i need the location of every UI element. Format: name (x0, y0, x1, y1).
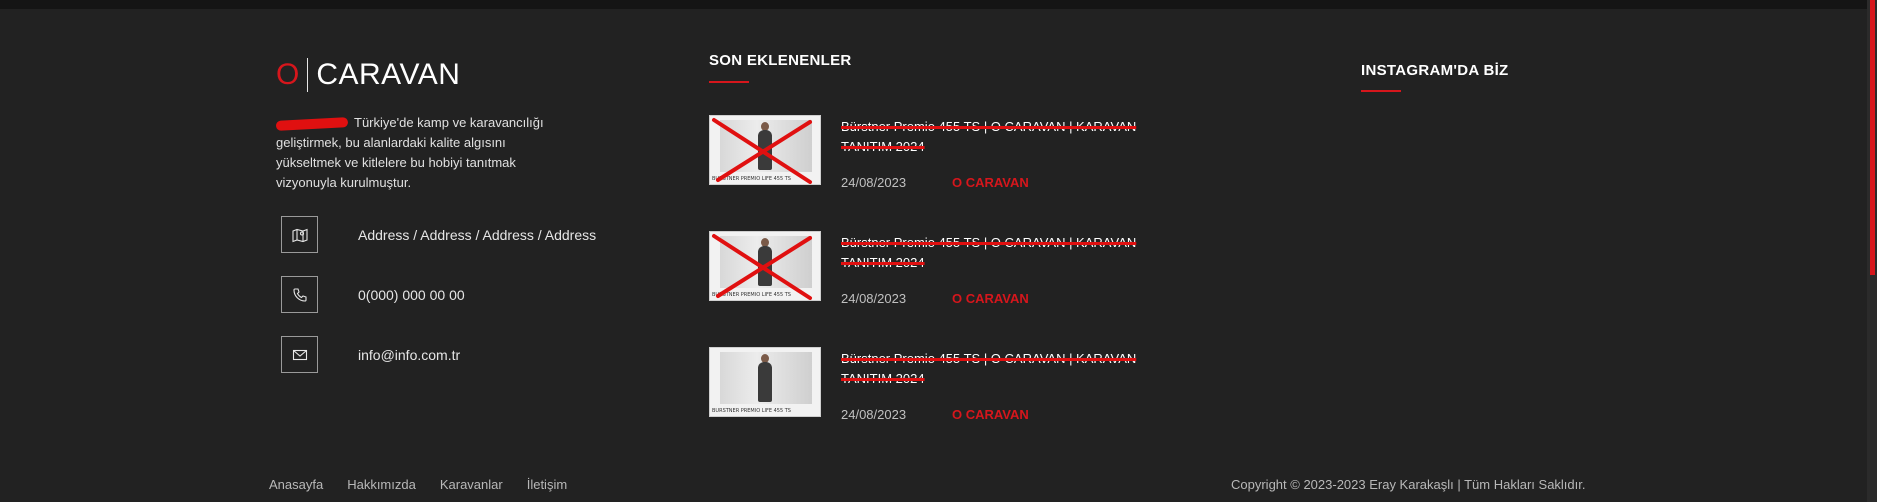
email-text[interactable]: info@info.com.tr (358, 347, 460, 363)
map-icon (281, 216, 318, 253)
post-date: 24/08/2023 (841, 407, 907, 422)
thumb-caption: BURSTNER PREMIO LIFE 455 TS (712, 408, 791, 414)
footer-link-about[interactable]: Hakkımızda (347, 477, 416, 492)
contact-address: Address / Address / Address / Address (281, 216, 596, 253)
copyright-text: Copyright © 2023-2023 Eray Karakaşlı | T… (1231, 477, 1586, 492)
instagram-heading: INSTAGRAM'DA BİZ (1361, 62, 1509, 79)
contact-email[interactable]: info@info.com.tr (281, 336, 460, 373)
post-thumbnail[interactable]: BURSTNER PREMIO LIFE 455 TS (709, 115, 821, 185)
address-text: Address / Address / Address / Address (358, 226, 597, 243)
redaction-cross (712, 234, 812, 300)
logo-divider (307, 58, 309, 92)
post-thumbnail[interactable]: BURSTNER PREMIO LIFE 455 TS (709, 347, 821, 417)
page-scrollbar[interactable] (1867, 0, 1877, 502)
thumb-person (758, 362, 772, 402)
logo-letter: O (276, 58, 300, 91)
redaction-cross (712, 118, 812, 184)
post-author[interactable]: O CARAVAN (952, 407, 1029, 422)
footer-link-home[interactable]: Anasayfa (269, 477, 323, 492)
footer-link-caravans[interactable]: Karavanlar (440, 477, 503, 492)
post-title[interactable]: Bürstner Premio 455 TS | O CARAVAN | KAR… (841, 117, 1161, 157)
post-date: 24/08/2023 (841, 291, 907, 306)
top-bar (0, 0, 1877, 9)
logo-name: CARAVAN (316, 58, 461, 91)
mail-icon (281, 336, 318, 373)
recent-post-3[interactable]: BURSTNER PREMIO LIFE 455 TS Bürstner Pre… (709, 347, 1169, 422)
redaction-mark (275, 116, 349, 131)
footer-link-contact[interactable]: İletişim (527, 477, 567, 492)
recent-posts-heading: SON EKLENENLER (709, 52, 852, 69)
phone-text[interactable]: 0(000) 000 00 00 (358, 287, 465, 303)
post-title[interactable]: Bürstner Premio 455 TS | O CARAVAN | KAR… (841, 233, 1161, 273)
instagram-heading-underline (1361, 90, 1401, 92)
scrollbar-thumb[interactable] (1870, 0, 1875, 275)
recent-heading-underline (709, 81, 749, 83)
phone-icon (281, 276, 318, 313)
site-logo[interactable]: O CARAVAN (276, 58, 460, 92)
recent-post-1[interactable]: BURSTNER PREMIO LIFE 455 TS Bürstner Pre… (709, 115, 1169, 190)
post-author[interactable]: O CARAVAN (952, 291, 1029, 306)
about-paragraph: Türkiye'de kamp ve karavancılığı gelişti… (275, 113, 566, 193)
recent-post-2[interactable]: BURSTNER PREMIO LIFE 455 TS Bürstner Pre… (709, 231, 1169, 306)
post-title[interactable]: Bürstner Premio 455 TS | O CARAVAN | KAR… (841, 349, 1161, 389)
post-date: 24/08/2023 (841, 175, 907, 190)
contact-phone[interactable]: 0(000) 000 00 00 (281, 276, 465, 313)
post-author[interactable]: O CARAVAN (952, 175, 1029, 190)
footer-nav: Anasayfa Hakkımızda Karavanlar İletişim (269, 477, 567, 492)
post-thumbnail[interactable]: BURSTNER PREMIO LIFE 455 TS (709, 231, 821, 301)
